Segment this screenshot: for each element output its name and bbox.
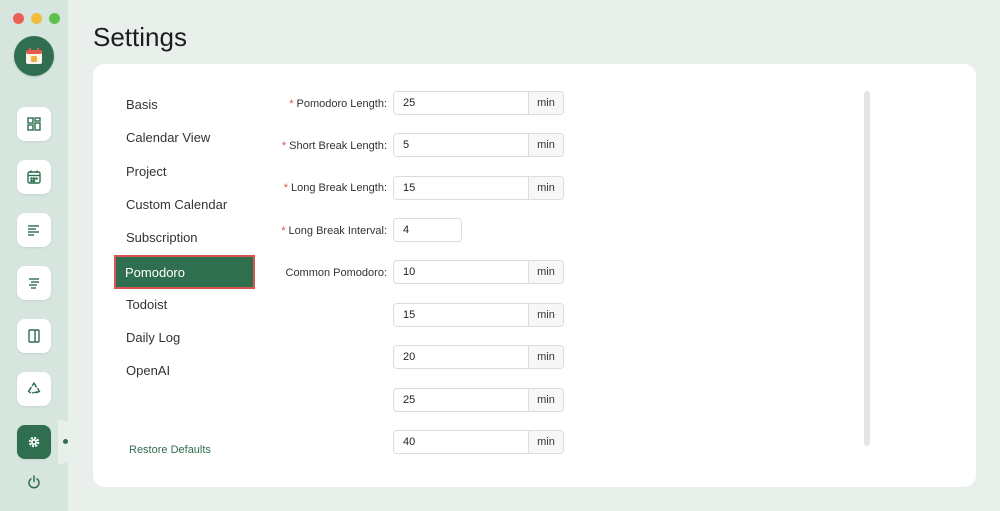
pomodoro-length-input[interactable] — [394, 92, 528, 114]
settings-nav-basis[interactable]: Basis — [115, 88, 254, 120]
long-break-interval-field — [393, 218, 462, 242]
indent-list-icon — [29, 278, 39, 289]
nav-label: OpenAI — [126, 362, 171, 378]
settings-nav-pomodoro[interactable]: Pomodoro — [114, 255, 255, 289]
long-break-length-field: min — [393, 176, 564, 200]
short-break-length-label: * Short Break Length: — [282, 134, 387, 158]
sidebar-calendar-button[interactable] — [17, 160, 51, 194]
label-text: Common Pomodoro — [285, 267, 384, 279]
calendar-icon — [27, 170, 41, 184]
common-pomodoro-field: min — [393, 430, 564, 454]
window-controls — [13, 13, 60, 24]
long-break-interval-input[interactable] — [394, 219, 461, 241]
minimize-window-button[interactable] — [31, 13, 42, 24]
sidebar-notch — [58, 420, 80, 464]
power-button[interactable] — [24, 472, 44, 492]
common-pomodoro-field: min — [393, 303, 564, 327]
sidebar-settings-button[interactable] — [17, 425, 51, 459]
common-pomodoro-field: min — [393, 388, 564, 412]
common-pomodoro-input-2[interactable] — [394, 304, 528, 326]
calendar-app-icon — [26, 48, 42, 64]
required-marker: * — [281, 140, 287, 152]
label-colon: : — [383, 182, 387, 194]
nav-label: Custom Calendar — [126, 196, 228, 212]
nav-label: Todoist — [126, 296, 168, 312]
maximize-window-button[interactable] — [49, 13, 60, 24]
sidebar-panel-button[interactable] — [17, 319, 51, 353]
settings-nav-openai[interactable]: OpenAI — [115, 354, 254, 386]
app-logo[interactable] — [14, 36, 54, 76]
panel-icon — [28, 329, 40, 343]
label-colon: : — [383, 140, 387, 152]
long-break-interval-label: * Long Break Interval: — [281, 219, 387, 243]
restore-defaults-link[interactable]: Restore Defaults — [129, 444, 211, 456]
required-marker: * — [281, 225, 286, 237]
long-break-length-label: * Long Break Length: — [284, 176, 387, 200]
close-window-button[interactable] — [13, 13, 24, 24]
unit-suffix: min — [528, 92, 563, 114]
nav-label: Basis — [126, 96, 158, 112]
sidebar-dashboard-button[interactable] — [17, 107, 51, 141]
list-icon — [28, 225, 39, 236]
nav-label: Calendar View — [126, 129, 211, 145]
nav-label: Pomodoro — [125, 264, 185, 280]
common-pomodoro-input-3[interactable] — [394, 346, 528, 368]
unit-suffix: min — [528, 304, 563, 326]
settings-nav-project[interactable]: Project — [115, 155, 254, 187]
short-break-length-field: min — [393, 133, 564, 157]
unit-suffix: min — [528, 261, 563, 283]
page-title: Settings — [93, 22, 187, 52]
settings-nav-daily-log[interactable]: Daily Log — [115, 321, 254, 353]
label-text: Long Break Length — [290, 182, 384, 194]
unit-suffix: min — [528, 134, 563, 156]
common-pomodoro-label: Common Pomodoro: — [286, 261, 388, 285]
long-break-length-input[interactable] — [394, 177, 528, 199]
sidebar-recycle-button[interactable] — [17, 372, 51, 406]
active-indicator-dot — [63, 439, 68, 444]
label-colon: : — [383, 225, 387, 237]
label-text: Pomodoro Length — [296, 98, 384, 110]
unit-suffix: min — [528, 389, 563, 411]
pomodoro-length-field: min — [393, 91, 564, 115]
settings-nav-calendar-view[interactable]: Calendar View — [115, 121, 254, 153]
short-break-length-input[interactable] — [394, 134, 528, 156]
nav-label: Project — [126, 163, 167, 179]
settings-nav-custom-calendar[interactable]: Custom Calendar — [115, 188, 254, 220]
required-marker: * — [289, 98, 294, 110]
common-pomodoro-input-5[interactable] — [394, 431, 528, 453]
label-colon: : — [383, 98, 387, 110]
common-pomodoro-field: min — [393, 345, 564, 369]
power-icon — [28, 475, 40, 489]
unit-suffix: min — [528, 346, 563, 368]
label-colon: : — [383, 267, 387, 279]
nav-label: Subscription — [126, 229, 198, 245]
gear-icon — [28, 436, 40, 448]
unit-suffix: min — [528, 177, 563, 199]
dashboard-icon — [27, 117, 41, 131]
common-pomodoro-field: min — [393, 260, 564, 284]
settings-nav-todoist[interactable]: Todoist — [115, 288, 254, 320]
common-pomodoro-input-1[interactable] — [394, 261, 528, 283]
form-scrollbar[interactable] — [864, 91, 870, 446]
unit-suffix: min — [528, 431, 563, 453]
pomodoro-length-label: * Pomodoro Length: — [289, 92, 387, 116]
sidebar-list-button[interactable] — [17, 213, 51, 247]
required-marker: * — [283, 182, 288, 194]
settings-nav-subscription[interactable]: Subscription — [115, 221, 254, 253]
common-pomodoro-input-4[interactable] — [394, 389, 528, 411]
label-text: Short Break Length — [289, 140, 384, 152]
sidebar-indent-list-button[interactable] — [17, 266, 51, 300]
settings-card: Basis Calendar View Project Custom Calen… — [93, 64, 976, 487]
nav-label: Daily Log — [126, 329, 181, 345]
recycle-icon — [27, 382, 41, 394]
label-text: Long Break Interval — [288, 225, 384, 237]
